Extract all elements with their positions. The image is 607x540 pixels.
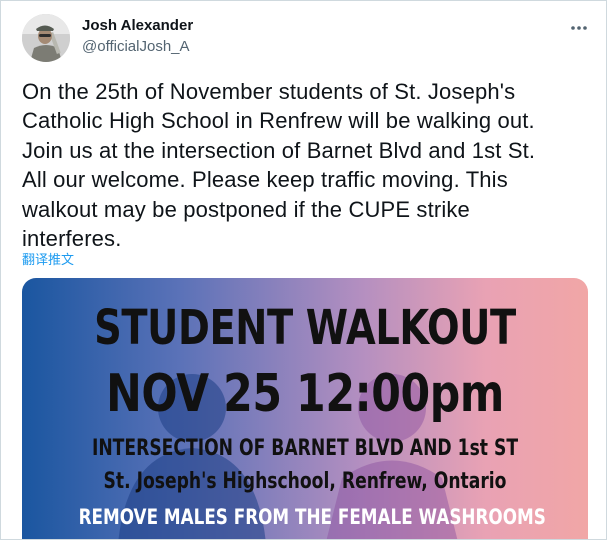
tweet-line: All our welcome. Please keep traffic mov…	[22, 167, 508, 193]
tweet-media-image[interactable]: STUDENT WALKOUT NOV 25 12:00pm INTERSECT…	[22, 278, 588, 539]
more-options-button[interactable]	[566, 15, 592, 41]
tweet-text: On the 25th of November students of St. …	[22, 77, 582, 253]
author-name[interactable]: Josh Alexander	[82, 17, 193, 34]
tweet-line: Join us at the intersection of Barnet Bl…	[22, 137, 536, 163]
tweet-line: interferes.	[22, 226, 122, 252]
tweet-line: On the 25th of November students of St. …	[22, 79, 516, 104]
tweet-line: walkout may be postponed if the CUPE str…	[22, 196, 470, 222]
poster-message: REMOVE MALES FROM THE FEMALE WASHROOMS	[78, 505, 546, 529]
poster-date-time: NOV 25 12:00pm	[106, 364, 504, 424]
more-horizontal-icon	[571, 26, 587, 30]
tweet-card: Josh Alexander @officialJosh_A On the 25…	[0, 0, 607, 540]
author-handle[interactable]: @officialJosh_A	[82, 38, 190, 55]
translate-tweet-link[interactable]: 翻译推文	[22, 249, 74, 268]
poster-location-line: INTERSECTION OF BARNET BLVD AND 1st ST	[91, 436, 519, 461]
person-photo-icon	[22, 14, 70, 62]
poster-school-line: St. Joseph's Highschool, Renfrew, Ontari…	[103, 469, 507, 494]
poster-title: STUDENT WALKOUT	[94, 300, 516, 356]
author-avatar[interactable]	[22, 14, 70, 62]
tweet-line: Catholic High School in Renfrew will be …	[22, 108, 535, 134]
